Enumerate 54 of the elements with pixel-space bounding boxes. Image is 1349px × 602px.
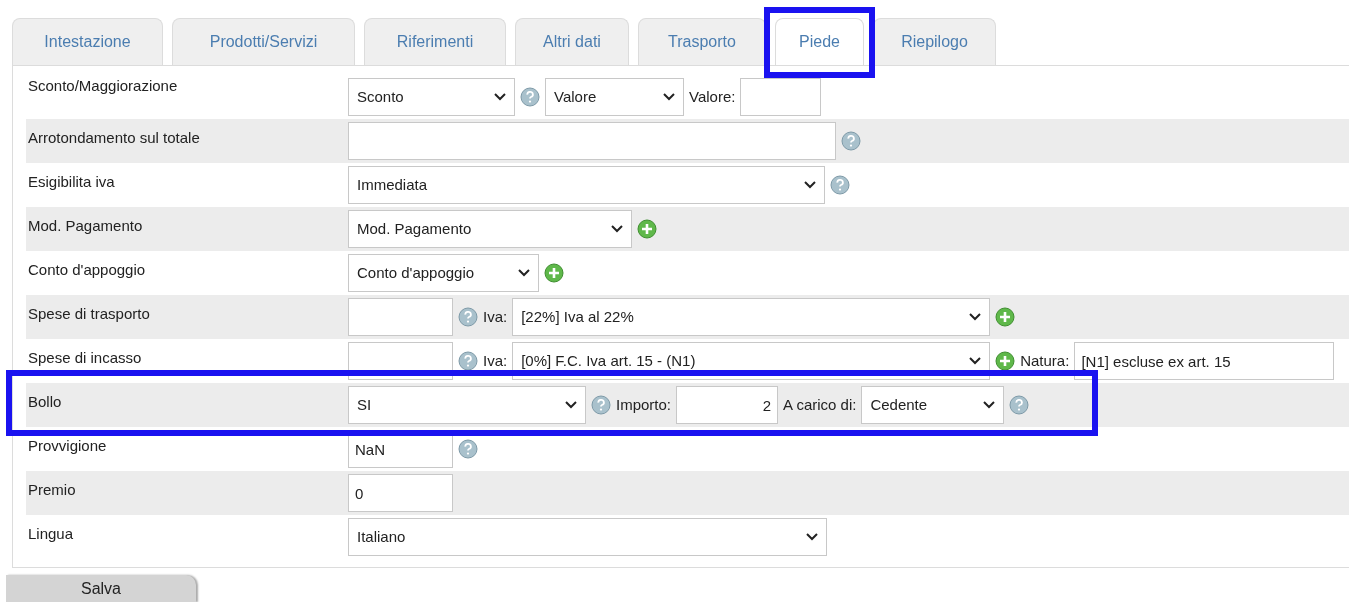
chevron-down-icon: [969, 313, 982, 321]
dropdown[interactable]: Cedente: [861, 386, 1005, 424]
dropdown[interactable]: [22%] Iva al 22%: [512, 298, 991, 336]
tab[interactable]: Trasporto: [638, 18, 766, 65]
input-field[interactable]: 0: [348, 474, 453, 512]
field-label: Spese di incasso: [27, 348, 143, 367]
input-field[interactable]: [N1] escluse ex art. 15: [1074, 342, 1335, 380]
input-field[interactable]: 2: [676, 386, 779, 424]
field-label: Provvigione: [27, 436, 108, 455]
field-label: A carico di:: [783, 394, 857, 415]
tab[interactable]: Riepilogo: [873, 18, 996, 65]
tab[interactable]: Piede: [775, 18, 864, 65]
add-icon[interactable]: [637, 219, 657, 239]
chevron-down-icon: [806, 533, 818, 541]
field-label: Conto d'appoggio: [27, 260, 147, 279]
input-field[interactable]: [740, 78, 822, 116]
add-icon[interactable]: [995, 307, 1016, 327]
field-label: Importo:: [616, 394, 672, 415]
dropdown[interactable]: Sconto: [348, 78, 515, 116]
dropdown[interactable]: Conto d'appoggio: [348, 254, 539, 292]
dropdown[interactable]: Immediata: [348, 166, 825, 204]
field-label: Premio: [27, 480, 77, 499]
field-label: Valore:: [689, 86, 736, 107]
input-field[interactable]: [348, 298, 453, 336]
field-label: Mod. Pagamento: [27, 216, 144, 235]
field-label: Iva:: [483, 306, 508, 327]
dropdown[interactable]: SI: [348, 386, 586, 424]
input-field[interactable]: [348, 122, 836, 160]
dropdown[interactable]: Italiano: [348, 518, 827, 556]
tab[interactable]: Prodotti/Servizi: [172, 18, 355, 65]
field-label: Esigibilita iva: [27, 172, 116, 191]
dropdown[interactable]: Valore: [545, 78, 684, 116]
tab[interactable]: Riferimenti: [364, 18, 506, 65]
dropdown[interactable]: Mod. Pagamento: [348, 210, 632, 248]
field-label: Spese di trasporto: [27, 304, 151, 323]
save-button[interactable]: Salva: [6, 575, 196, 602]
add-icon[interactable]: [995, 351, 1016, 371]
field-label: Iva:: [483, 350, 508, 371]
field-label: Bollo: [27, 392, 63, 411]
chevron-down-icon: [565, 401, 577, 409]
chevron-down-icon: [804, 181, 816, 189]
chevron-down-icon: [663, 93, 675, 101]
field-label: Sconto/Maggiorazione: [27, 76, 179, 95]
chevron-down-icon: [518, 269, 530, 277]
chevron-down-icon: [969, 357, 982, 365]
tab[interactable]: Altri dati: [515, 18, 629, 65]
chevron-down-icon: [983, 401, 996, 409]
field-label: Natura:: [1020, 350, 1070, 371]
field-label: Arrotondamento sul totale: [27, 128, 201, 147]
chevron-down-icon: [494, 93, 506, 101]
tab[interactable]: Intestazione: [12, 18, 163, 65]
chevron-down-icon: [611, 225, 623, 233]
help-icon[interactable]: [458, 351, 478, 371]
field-label: Lingua: [27, 524, 75, 543]
